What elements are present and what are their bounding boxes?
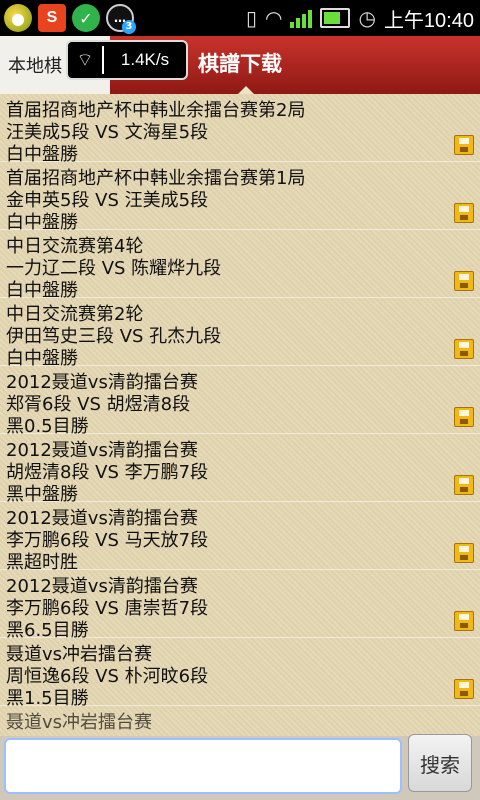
tab-indicator (238, 86, 254, 94)
list-item[interactable]: 聂道vs冲岩擂台赛 周恒逸6段 VS 朴河旼6段 黑1.5目勝 (0, 638, 480, 709)
game-players: 金申英5段 VS 汪美成5段 (6, 190, 209, 211)
chat-icon: … 3 (106, 4, 136, 34)
save-icon[interactable] (454, 475, 474, 495)
game-title: 中日交流赛第4轮 (6, 236, 144, 257)
notification-badge: 3 (122, 20, 136, 34)
list-item[interactable]: 中日交流赛第2轮 伊田笃史三段 VS 孔杰九段 白中盤勝 (0, 298, 480, 369)
network-speed: 1.4K/s (120, 50, 170, 69)
search-input[interactable] (4, 738, 402, 794)
list-item[interactable]: 中日交流赛第4轮 一力辽二段 VS 陈耀烨九段 白中盤勝 (0, 230, 480, 301)
s-app-icon: S (38, 4, 66, 32)
game-players: 李万鹏6段 VS 马天放7段 (6, 530, 209, 551)
status-bar: ● S ✓ … 3 ▯ ◠ ◷ 上午10:40 (0, 0, 480, 36)
apps-icon: ● (4, 4, 32, 32)
tab-download[interactable]: 棋譜下载 (198, 48, 282, 78)
alarm-icon: ◷ (358, 6, 376, 30)
game-players: 一力辽二段 VS 陈耀烨九段 (6, 258, 222, 279)
signal-icon (290, 8, 313, 28)
save-icon[interactable] (454, 611, 474, 631)
game-players: 胡煜清8段 VS 李万鹏7段 (6, 462, 209, 483)
tab-local-label: 本地棋 (8, 56, 62, 77)
list-item[interactable]: 2012聂道vs清韵擂台赛 郑胥6段 VS 胡煜清8段 黑0.5目勝 (0, 366, 480, 437)
list-item[interactable]: 2012聂道vs清韵擂台赛 李万鹏6段 VS 马天放7段 黑超时胜 (0, 502, 480, 573)
battery-icon (320, 8, 351, 28)
check-icon: ✓ (72, 4, 100, 32)
save-icon[interactable] (454, 679, 474, 699)
list-item[interactable]: 2012聂道vs清韵擂台赛 李万鹏6段 VS 唐崇哲7段 黑6.5目勝 (0, 570, 480, 641)
game-title: 2012聂道vs清韵擂台赛 (6, 576, 198, 597)
game-title: 2012聂道vs清韵擂台赛 (6, 440, 198, 461)
network-speed-overlay: ⌔ 1.4K/s (66, 40, 188, 80)
game-players: 周恒逸6段 VS 朴河旼6段 (6, 666, 209, 687)
game-title: 2012聂道vs清韵擂台赛 (6, 372, 198, 393)
list-item[interactable]: 首届招商地产杯中韩业余擂台赛第1局 金申英5段 VS 汪美成5段 白中盤勝 (0, 162, 480, 233)
game-players: 郑胥6段 VS 胡煜清8段 (6, 394, 191, 415)
game-players: 李万鹏6段 VS 唐崇哲7段 (6, 598, 209, 619)
save-icon[interactable] (454, 271, 474, 291)
list-item[interactable]: 2012聂道vs清韵擂台赛 胡煜清8段 VS 李万鹏7段 黑中盤勝 (0, 434, 480, 505)
game-title: 中日交流赛第2轮 (6, 304, 144, 325)
wifi-icon: ◠ (265, 6, 283, 30)
save-icon[interactable] (454, 407, 474, 427)
list-item[interactable]: 聂道vs冲岩擂台赛 (0, 706, 480, 736)
game-record-list[interactable]: 首届招商地产杯中韩业余擂台赛第2局 汪美成5段 VS 文海星5段 白中盤勝 首届… (0, 94, 480, 736)
save-icon[interactable] (454, 203, 474, 223)
search-button[interactable]: 搜索 (408, 734, 472, 792)
game-players: 汪美成5段 VS 文海星5段 (6, 122, 209, 143)
game-title: 首届招商地产杯中韩业余擂台赛第1局 (6, 168, 306, 189)
save-icon[interactable] (454, 339, 474, 359)
game-players: 伊田笃史三段 VS 孔杰九段 (6, 326, 222, 347)
game-title: 聂道vs冲岩擂台赛 (6, 644, 153, 665)
list-item[interactable]: 首届招商地产杯中韩业余擂台赛第2局 汪美成5段 VS 文海星5段 白中盤勝 (0, 94, 480, 165)
game-title: 2012聂道vs清韵擂台赛 (6, 508, 198, 529)
save-icon[interactable] (454, 543, 474, 563)
vibrate-icon: ▯ (246, 6, 258, 30)
clock: 上午10:40 (383, 9, 474, 32)
save-icon[interactable] (454, 135, 474, 155)
wifi-icon: ⌔ (76, 49, 94, 71)
game-title: 聂道vs冲岩擂台赛 (6, 712, 153, 733)
game-title: 首届招商地产杯中韩业余擂台赛第2局 (6, 100, 306, 121)
